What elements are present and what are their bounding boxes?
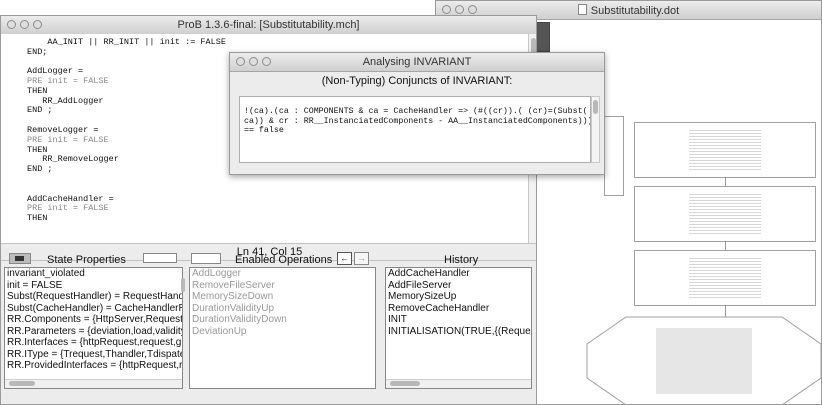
editor-line[interactable]: END ; — [27, 164, 226, 175]
operation-item[interactable]: DurationValidityUp — [190, 303, 375, 315]
left-arrow-icon: ← — [340, 253, 349, 263]
state-vscroll-thumb[interactable] — [181, 278, 185, 292]
state-hscrollbar[interactable] — [5, 379, 182, 388]
editor-line[interactable]: END; — [27, 47, 226, 58]
editor-line[interactable]: END ; — [27, 106, 226, 116]
main-window-titlebar[interactable]: ProB 1.3.6-final: [Substitutability.mch] — [1, 16, 536, 35]
graph-node[interactable] — [634, 186, 816, 242]
invariant-line[interactable]: ca)) & cr : RR__InstanciatedComponents -… — [244, 117, 590, 127]
state-property-item[interactable]: RR.Components = {HttpServer,Requestl — [5, 314, 182, 326]
analysing-invariant-dialog: Analysing INVARIANT (Non-Typing) Conjunc… — [229, 52, 605, 175]
toggle-icon — [15, 256, 24, 261]
document-icon — [577, 4, 587, 15]
graph-node-octagon[interactable] — [586, 316, 822, 405]
graph-node[interactable] — [634, 250, 816, 306]
history-label: History — [444, 254, 479, 266]
operation-item[interactable]: MemorySizeDown — [190, 291, 375, 303]
operation-item[interactable]: RemoveFileServer — [190, 280, 375, 292]
state-property-item[interactable]: RR.ProvidedInterfaces = {httpRequest,r — [5, 360, 182, 372]
editor-line[interactable]: RR_RemoveLogger — [27, 155, 226, 165]
history-item[interactable]: MemorySizeUp — [386, 291, 531, 303]
history-list[interactable]: AddCacheHandler AddFileServer MemorySizeUp… — [385, 267, 532, 389]
hscroll-thumb[interactable] — [390, 381, 420, 386]
history-item[interactable]: INIT — [386, 314, 531, 326]
invariant-text-area[interactable]: !(ca).(ca : COMPONENTS & ca = CacheHandl… — [239, 96, 591, 163]
state-property-item[interactable]: RR.Parameters = {deviation,load,validity — [5, 326, 182, 338]
invariant-line[interactable]: !(ca).(ca : COMPONENTS & ca = CacheHandl… — [244, 107, 588, 117]
operation-item[interactable]: AddLogger — [190, 268, 375, 280]
dialog-heading: (Non-Typing) Conjuncts of INVARIANT: — [321, 75, 513, 87]
back-arrow-button[interactable]: ← — [337, 252, 352, 265]
dialog-title: Analysing INVARIANT — [362, 56, 472, 68]
enabled-operations-list[interactable]: AddLogger RemoveFileServer MemorySizeDown D… — [189, 267, 376, 389]
right-arrow-icon: → — [357, 253, 366, 263]
forward-arrow-button[interactable]: → — [354, 252, 369, 265]
history-item[interactable]: INITIALISATION(TRUE,{(Request — [386, 326, 531, 338]
editor-line[interactable]: PRE init = FALSE — [27, 135, 226, 146]
history-item[interactable]: AddCacheHandler — [386, 268, 531, 280]
history-item[interactable]: AddFileServer — [386, 280, 531, 292]
operation-item[interactable]: DeviationUp — [190, 326, 375, 338]
graph-edge — [725, 178, 726, 186]
history-item[interactable]: RemoveCacheHandler — [386, 303, 531, 315]
state-properties-label: State Properties — [47, 254, 126, 266]
editor-line[interactable]: PRE init = FALSE — [27, 204, 226, 214]
state-properties-list[interactable]: invariant_violated init = FALSE Subst(Requ… — [4, 267, 183, 389]
graph-node[interactable] — [536, 22, 550, 52]
hscroll-thumb[interactable] — [9, 381, 35, 386]
state-property-item[interactable]: RR.Interfaces = {httpRequest,request,g — [5, 337, 182, 349]
invariant-line[interactable]: == false — [244, 126, 586, 136]
state-property-item[interactable]: Subst(CacheHandler) = CacheHandlerR — [5, 303, 182, 315]
editor-text[interactable]: THEN AA_INIT || RR_INIT || init := FALSE… — [27, 34, 226, 224]
dialog-scrollbar[interactable] — [591, 96, 600, 163]
graph-node[interactable] — [634, 122, 816, 178]
state-property-item[interactable]: invariant_violated — [5, 268, 182, 280]
editor-line[interactable]: AA_INIT || RR_INIT || init := FALSE — [27, 37, 226, 48]
history-hscrollbar[interactable] — [386, 379, 531, 388]
operations-filter-field[interactable] — [191, 253, 221, 264]
state-property-item[interactable]: Subst(RequestHandler) = RequestHandl — [5, 291, 182, 303]
operation-item[interactable]: DurationValidityDown — [190, 314, 375, 326]
dialog-scroll-thumb[interactable] — [593, 100, 598, 114]
state-filter-field[interactable] — [143, 253, 177, 263]
enabled-operations-label: Enabled Operations — [235, 254, 333, 266]
graph-node[interactable] — [604, 116, 624, 196]
graph-edge — [725, 242, 726, 250]
editor-line[interactable]: PRE init = FALSE — [27, 76, 226, 87]
state-property-item[interactable]: RR.IType = {Trequest,Thandler,Tdispate — [5, 349, 182, 361]
main-window-title: ProB 1.3.6-final: [Substitutability.mch] — [177, 19, 360, 31]
dialog-titlebar[interactable]: Analysing INVARIANT — [230, 53, 604, 72]
invariant-text[interactable]: !(ca).(ca : COMPONENTS & ca = CacheHandl… — [244, 107, 590, 136]
editor-line[interactable]: RR_AddLogger — [27, 96, 226, 107]
editor-line[interactable] — [27, 175, 226, 185]
state-property-item[interactable]: init = FALSE — [5, 280, 182, 292]
state-toggle-button[interactable] — [9, 253, 31, 264]
editor-line[interactable]: THEN — [27, 213, 226, 224]
